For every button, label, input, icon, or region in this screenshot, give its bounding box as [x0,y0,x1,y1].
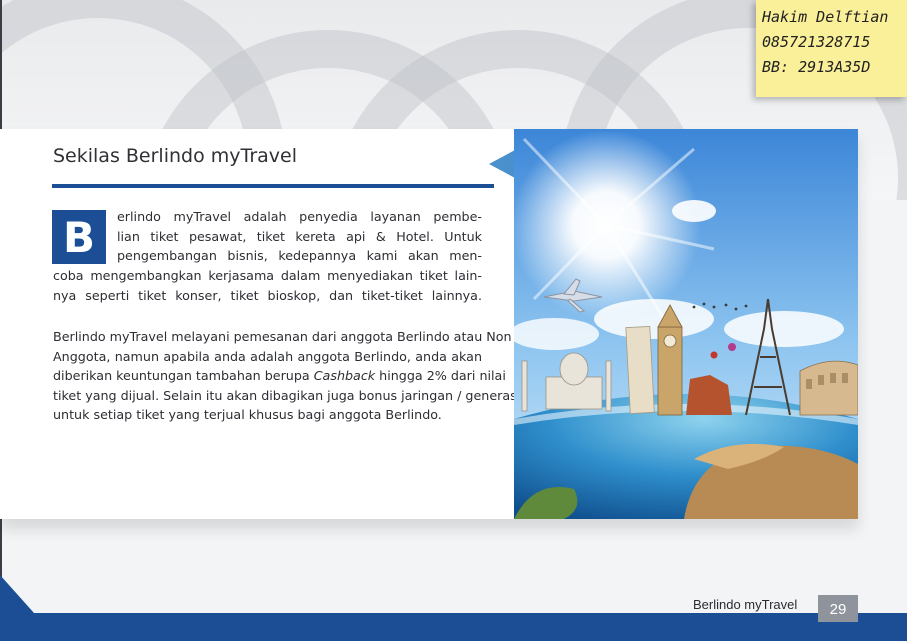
text-line: coba mengembangkan kerjasama dalam menye… [53,268,482,283]
contact-bb-pin: BB: 2913A35D [762,58,871,76]
title-underline [52,184,494,188]
intro-paragraph-top: erlindo myTravel adalah penyedia layanan… [117,207,482,266]
page-title: Sekilas Berlindo myTravel [53,145,297,167]
text-line: Berlindo myTravel melayani pemesanan dar… [53,329,512,344]
travel-landmarks-globe-image [514,129,858,519]
service-paragraph: Berlindo myTravel melayani pemesanan dar… [53,327,521,425]
contact-name: Hakim Delftian [762,8,889,26]
dropcap-letter: B [52,210,106,264]
callout-pointer [489,150,515,178]
contact-phone: 085721328715 [762,33,871,51]
intro-paragraph-bottom: coba mengembangkan kerjasama dalam menye… [53,266,482,305]
cashback-emphasis: Cashback [313,368,376,384]
text-line: erlindo myTravel adalah penyedia layanan… [117,209,482,224]
text-line: tiket yang dijual. Selain itu akan dibag… [53,387,521,403]
text-line: pengembangan bisnis, kedepannya kami aka… [117,248,482,264]
text-line: untuk setiap tiket yang terjual khusus b… [53,407,442,423]
text-line-cashback: diberikan keuntungan tambahan berupa Cas… [53,366,506,386]
footer-brand: Berlindo myTravel [693,597,798,612]
footer-bar [0,613,907,641]
text-fragment: hingga 2% dari nilai [375,368,506,384]
text-fragment: diberikan keuntungan tambahan berupa [53,368,314,384]
footer-corner-accent [0,575,34,613]
sticky-note-contact: Hakim Delftian 085721328715 BB: 2913A35D [756,0,907,97]
text-line: Anggota, namun apabila anda adalah anggo… [53,348,482,364]
page-number: 29 [818,595,858,622]
text-line: nya seperti tiket konser, tiket bioskop,… [53,287,482,303]
text-line: lian tiket pesawat, tiket kereta api & H… [117,228,482,244]
